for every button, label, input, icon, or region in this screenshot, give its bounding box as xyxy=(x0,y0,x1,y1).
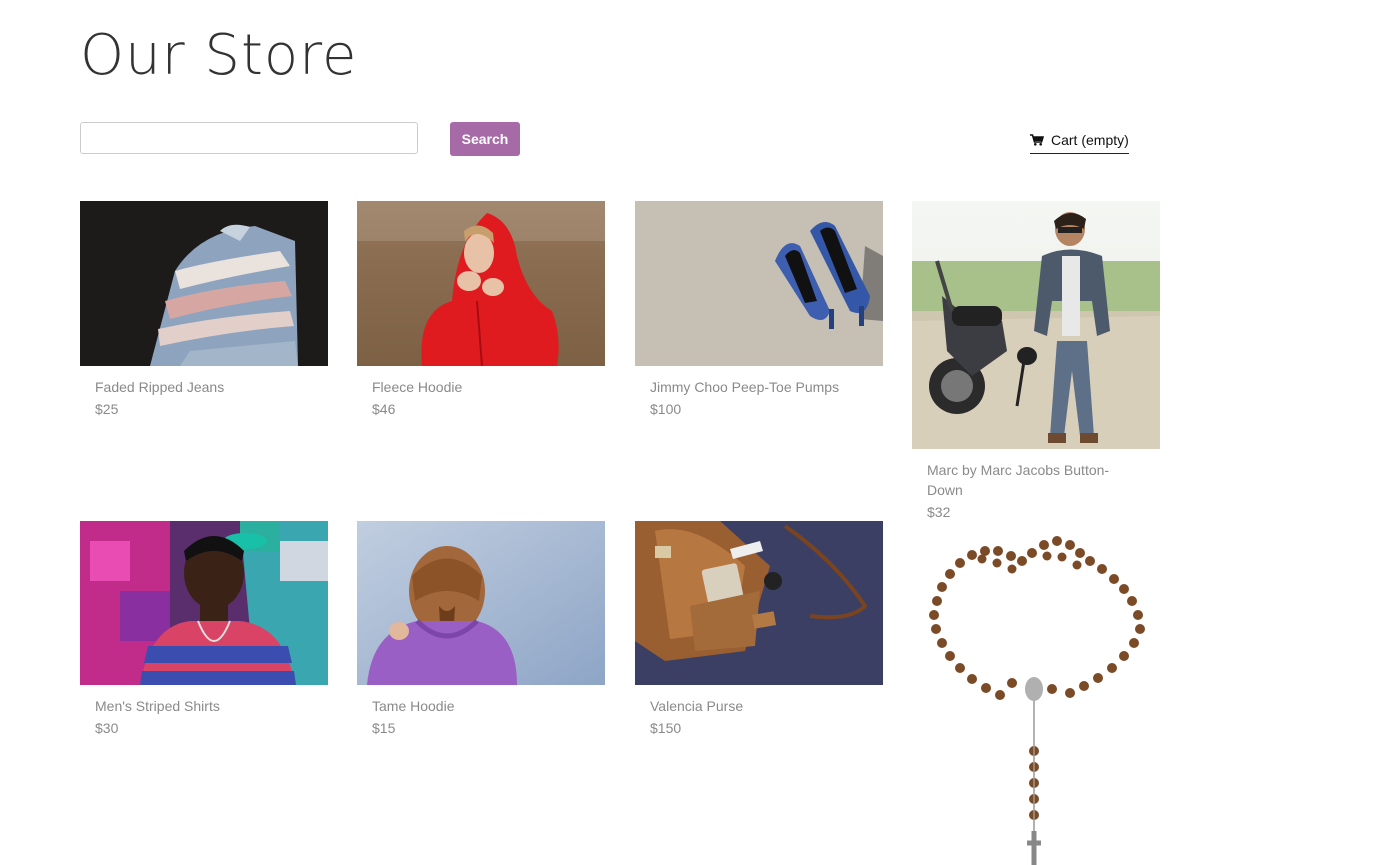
page-title: Our Store xyxy=(80,23,358,88)
product-price: $32 xyxy=(927,504,951,520)
product-card[interactable]: Tame Hoodie $15 xyxy=(357,521,605,738)
product-price: $46 xyxy=(372,401,396,417)
cart-label: Cart (empty) xyxy=(1051,132,1129,148)
product-price: $15 xyxy=(372,720,396,736)
product-price: $150 xyxy=(650,720,682,736)
cart-link[interactable]: Cart (empty) xyxy=(1030,129,1129,154)
product-card[interactable]: Faded Ripped Jeans $25 xyxy=(80,201,328,419)
cart-icon xyxy=(1030,134,1044,146)
search-button[interactable]: Search xyxy=(450,122,520,156)
product-name[interactable]: Marc by Marc Jacobs Button-Down xyxy=(927,460,1117,500)
man-motorcycle-photo[interactable] xyxy=(912,201,1160,449)
product-card[interactable]: Fleece Hoodie $46 xyxy=(357,201,605,419)
product-price: $30 xyxy=(95,720,119,736)
ripped-jeans-photo[interactable] xyxy=(80,201,328,366)
product-card[interactable] xyxy=(912,531,1160,865)
product-name[interactable]: Faded Ripped Jeans xyxy=(95,377,285,397)
product-price: $100 xyxy=(650,401,682,417)
product-name[interactable]: Tame Hoodie xyxy=(372,696,562,716)
product-card[interactable]: Valencia Purse $150 xyxy=(635,521,883,738)
product-card[interactable]: Marc by Marc Jacobs Button-Down $32 xyxy=(912,201,1160,522)
purple-hoodie-photo[interactable] xyxy=(357,521,605,685)
rosary-photo[interactable] xyxy=(912,531,1160,865)
blue-pumps-photo[interactable] xyxy=(635,201,883,366)
product-card[interactable]: Men's Striped Shirts $30 xyxy=(80,521,328,738)
red-hoodie-photo[interactable] xyxy=(357,201,605,366)
product-name[interactable]: Jimmy Choo Peep-Toe Pumps xyxy=(650,377,840,397)
product-name[interactable]: Men's Striped Shirts xyxy=(95,696,285,716)
product-price: $25 xyxy=(95,401,119,417)
product-card[interactable]: Jimmy Choo Peep-Toe Pumps $100 xyxy=(635,201,883,419)
search-input[interactable] xyxy=(80,122,418,154)
product-name[interactable]: Valencia Purse xyxy=(650,696,840,716)
leather-purse-photo[interactable] xyxy=(635,521,883,685)
striped-shirt-man-photo[interactable] xyxy=(80,521,328,685)
product-name[interactable]: Fleece Hoodie xyxy=(372,377,562,397)
